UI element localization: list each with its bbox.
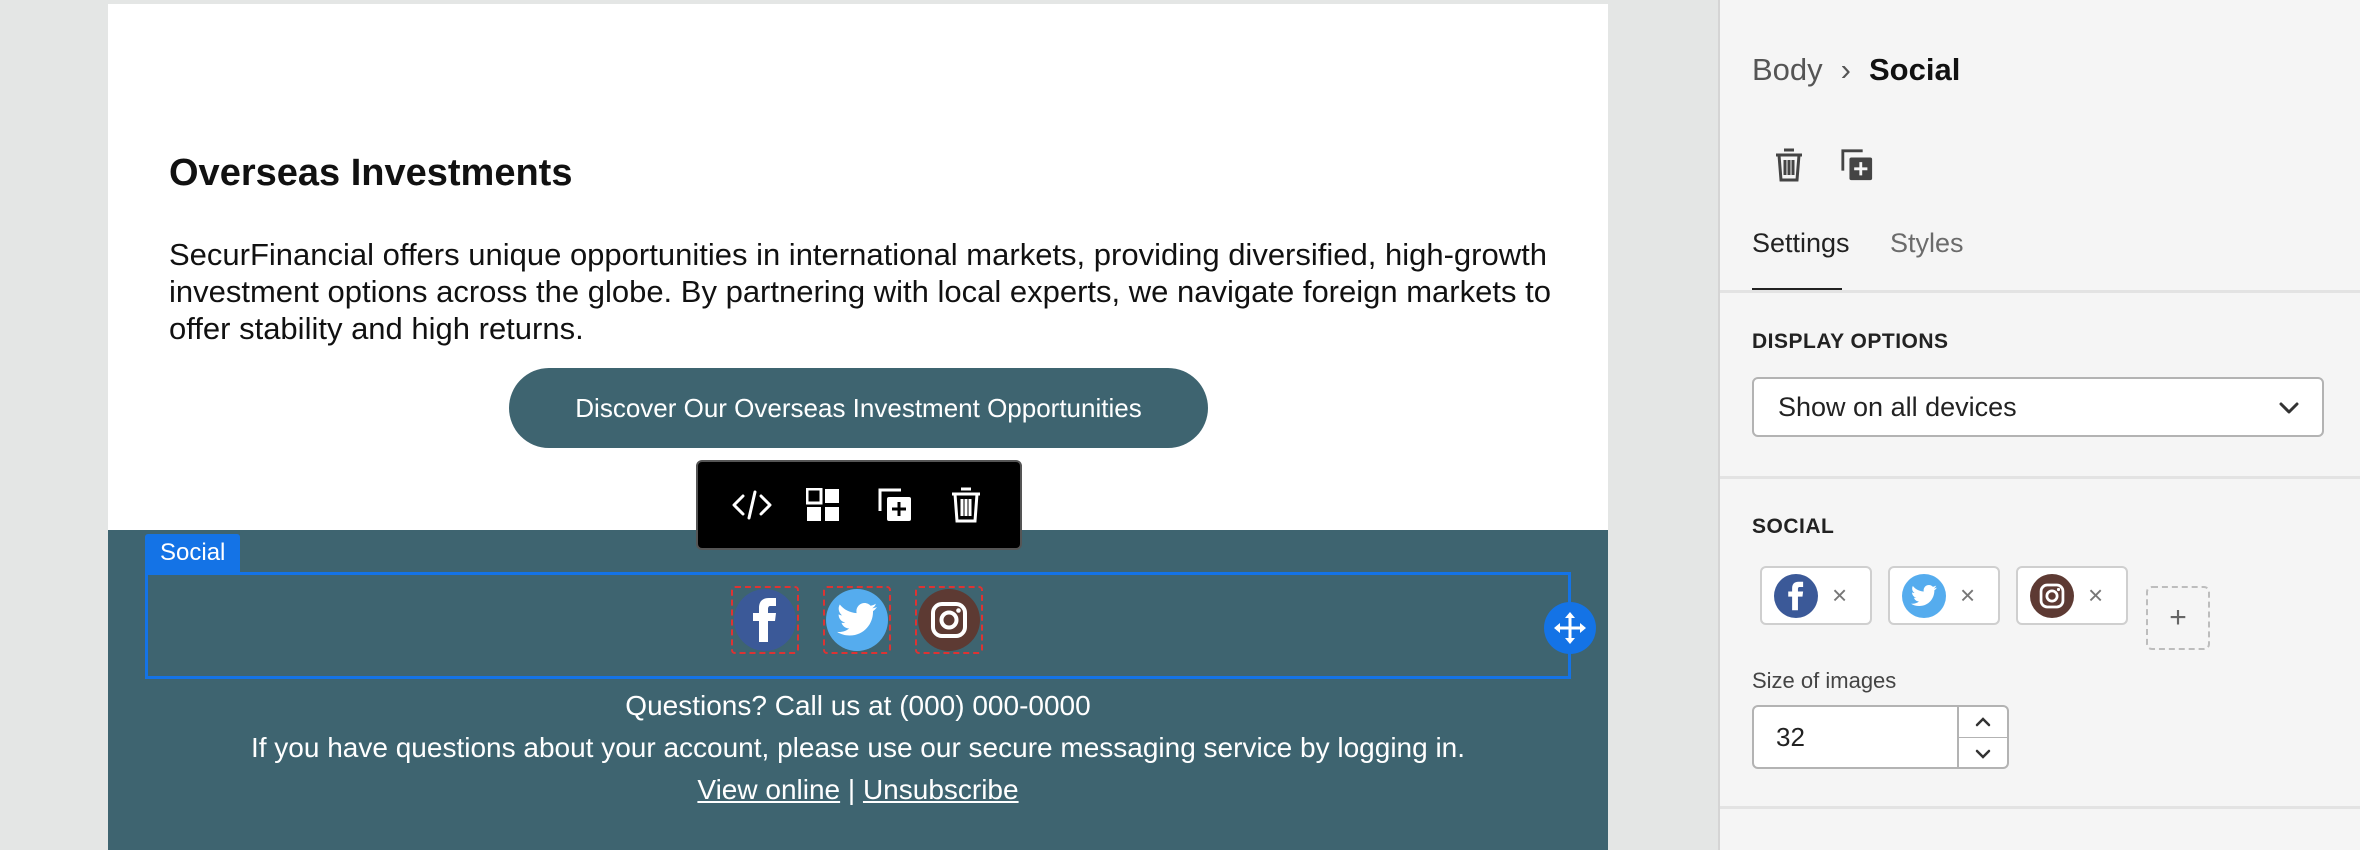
instagram-icon[interactable] <box>915 586 983 654</box>
twitter-icon[interactable] <box>823 586 891 654</box>
size-of-images-input[interactable]: 32 <box>1752 705 1959 769</box>
unsubscribe-link[interactable]: Unsubscribe <box>863 774 1019 805</box>
size-of-images-label: Size of images <box>1752 668 1897 693</box>
tab-settings[interactable]: Settings <box>1752 228 1850 259</box>
breadcrumb-current: Social <box>1869 52 1961 87</box>
remove-instagram-button[interactable]: × <box>2088 580 2103 611</box>
display-options-title: DISPLAY OPTIONS <box>1752 330 1949 353</box>
size-stepper <box>1959 705 2009 769</box>
increment-button[interactable] <box>1959 707 2007 738</box>
divider <box>1720 806 2360 809</box>
remove-twitter-button[interactable]: × <box>1960 580 1975 611</box>
social-block-tag[interactable]: Social <box>145 534 241 572</box>
tab-styles[interactable]: Styles <box>1890 228 1964 259</box>
display-options-value: Show on all devices <box>1778 391 2017 422</box>
footer-link-separator: | <box>840 774 863 805</box>
code-icon[interactable] <box>725 478 779 532</box>
move-handle-icon[interactable] <box>1544 602 1596 654</box>
delete-component-icon[interactable] <box>1766 142 1812 188</box>
facebook-icon <box>1774 573 1818 618</box>
social-chip-twitter[interactable]: × <box>1888 566 2000 625</box>
social-chip-facebook[interactable]: × <box>1760 566 1872 625</box>
email-body: Overseas Investments SecurFinancial offe… <box>108 4 1608 850</box>
layout-icon[interactable] <box>796 478 850 532</box>
footer-phone-line: Questions? Call us at (000) 000-0000 <box>625 690 1091 721</box>
duplicate-component-icon[interactable] <box>1834 142 1880 188</box>
display-options-select[interactable]: Show on all devices <box>1752 377 2324 437</box>
email-heading[interactable]: Overseas Investments <box>169 152 572 195</box>
footer-secure-line: If you have questions about your account… <box>250 732 1466 763</box>
footer-links: View online | Unsubscribe <box>108 774 1608 806</box>
breadcrumb-parent[interactable]: Body <box>1752 52 1823 88</box>
facebook-icon[interactable] <box>731 586 799 654</box>
chevron-down-icon <box>2276 395 2302 428</box>
email-paragraph[interactable]: SecurFinancial offers unique opportuniti… <box>169 236 1579 347</box>
social-chip-instagram[interactable]: × <box>2016 566 2128 625</box>
remove-facebook-button[interactable]: × <box>1832 580 1847 611</box>
add-social-button[interactable]: + <box>2146 586 2210 650</box>
view-online-link[interactable]: View online <box>697 774 840 805</box>
cta-button[interactable]: Discover Our Overseas Investment Opportu… <box>509 368 1208 448</box>
email-canvas: Overseas Investments SecurFinancial offe… <box>0 0 1718 850</box>
component-toolbar <box>696 460 1022 550</box>
breadcrumb: Body › Social <box>1752 52 1960 88</box>
properties-panel: Body › Social Settings Styles DISPLAY OP… <box>1718 0 2360 850</box>
twitter-icon <box>1902 573 1946 618</box>
duplicate-icon[interactable] <box>868 478 922 532</box>
decrement-button[interactable] <box>1959 738 2007 769</box>
instagram-icon <box>2030 573 2074 618</box>
email-footer: Social Questions? Call us at (000) 000-0… <box>108 530 1608 850</box>
social-section-title: SOCIAL <box>1752 515 1835 538</box>
divider <box>1720 290 2360 293</box>
trash-icon[interactable] <box>939 478 993 532</box>
divider <box>1720 476 2360 479</box>
breadcrumb-separator: › <box>1840 52 1851 87</box>
